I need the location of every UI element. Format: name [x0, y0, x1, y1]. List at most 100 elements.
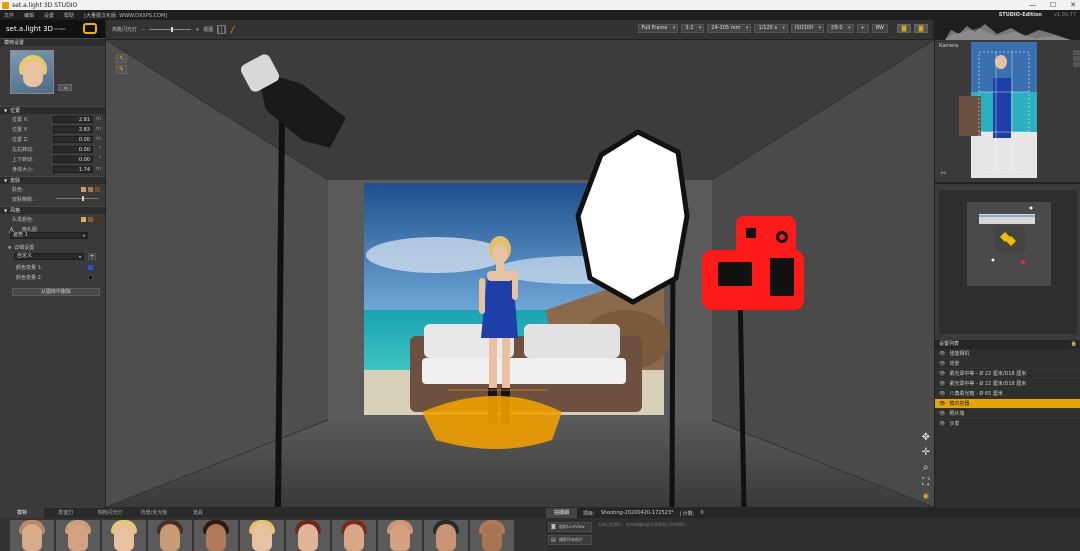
camera-thumb[interactable]	[1073, 62, 1080, 67]
aperture-select[interactable]: f/9.0	[827, 24, 854, 33]
menu-file[interactable]: 文件	[4, 12, 14, 19]
all-photos-button[interactable]: ▤ 摄影所有照片	[548, 535, 592, 545]
menu-settings[interactable]: 设置	[44, 12, 54, 19]
eye-icon[interactable]: 👁	[939, 361, 945, 367]
draw-line-icon[interactable]: ╱	[230, 26, 234, 34]
library-tab[interactable]: 道具	[176, 508, 220, 518]
zoom-in-icon[interactable]: +	[195, 27, 199, 33]
zoom-out-icon[interactable]: −	[141, 27, 145, 33]
color-var2-swatch[interactable]	[88, 274, 93, 280]
scene-list-item[interactable]: 👁 八角柔光箱 - Ø 65 厘米	[935, 389, 1080, 399]
sensor-select[interactable]: Full Frame	[637, 24, 679, 33]
eye-icon[interactable]: 👁	[939, 351, 945, 357]
liveview-button[interactable]: ◙ 摄影LiveView	[548, 522, 592, 532]
model-thumbnail[interactable]	[470, 520, 514, 551]
pan-icon[interactable]: ✛	[922, 447, 930, 458]
section-detail[interactable]: ▼ 详细设置	[0, 242, 105, 252]
grid-icon[interactable]	[217, 25, 227, 34]
custom-select[interactable]: 自定义 ▾	[14, 253, 84, 260]
close-icon[interactable]: ✕	[1070, 1, 1076, 9]
zoom-icon[interactable]: ⌕	[923, 462, 929, 473]
lock-icon[interactable]: 🔒	[1071, 340, 1077, 349]
model-thumbnail[interactable]	[148, 520, 192, 551]
library-tab[interactable]: 模特	[0, 508, 44, 518]
skin-detail-knob[interactable]	[82, 196, 84, 201]
reset-view-icon[interactable]: ◉	[923, 492, 929, 500]
scene-list-item[interactable]: 👁 背景	[935, 359, 1080, 369]
model-thumbnail[interactable]	[286, 520, 330, 551]
eye-icon[interactable]: 👁	[939, 381, 945, 387]
eye-icon[interactable]: 👁	[939, 371, 945, 377]
camera-preview[interactable]	[959, 42, 1037, 178]
eye-icon[interactable]: 👁	[939, 391, 945, 397]
pen-tool-icon[interactable]: ✎	[116, 65, 127, 74]
section-position[interactable]: ▼ 位置	[0, 106, 105, 114]
skin-swatch-light[interactable]	[81, 186, 86, 192]
camera-settings-icon[interactable]: ◙	[914, 24, 928, 33]
skin-swatch-dark[interactable]	[95, 186, 100, 192]
pose-select[interactable]: 姿势 1 ▾	[10, 232, 88, 239]
hair-swatch-brown[interactable]	[88, 216, 93, 222]
orbit-icon[interactable]: ✥	[922, 432, 930, 443]
library-tab[interactable]: 影室灯	[44, 508, 88, 518]
model-thumbnail[interactable]	[240, 520, 284, 551]
model-thumbnail[interactable]	[332, 520, 376, 551]
skin-detail-slider[interactable]	[56, 198, 99, 199]
shutter-select[interactable]: 1/125 s	[754, 24, 789, 33]
scene-list-item[interactable]: 👁 柔光罩中等 - Ø 22 厘米/D18 厘米	[935, 379, 1080, 389]
hair-swatch-blonde[interactable]	[81, 216, 86, 222]
zoom-slider[interactable]	[149, 27, 192, 32]
scene-list-item[interactable]: 👁 沙发	[935, 419, 1080, 429]
color-var1-swatch[interactable]	[88, 264, 93, 270]
model-thumbnail[interactable]	[10, 520, 54, 551]
prop-value-input[interactable]: 0.00	[53, 155, 93, 163]
remove-from-library-button[interactable]: 从图库中删除	[12, 288, 100, 296]
prop-value-input[interactable]: 2.83	[53, 125, 93, 133]
model-thumbnail[interactable]	[56, 520, 100, 551]
top-view-map[interactable]	[939, 190, 1077, 334]
add-button[interactable]: +	[88, 253, 96, 260]
model-thumbnail[interactable]	[10, 50, 54, 94]
library-tab[interactable]: 背景/反光板	[132, 508, 176, 518]
bw-toggle-button[interactable]: BW	[871, 24, 888, 33]
model-thumbnail[interactable]	[194, 520, 238, 551]
hair-swatch-red[interactable]	[95, 216, 100, 222]
library-tab[interactable]: 热靴闪光灯	[88, 508, 132, 518]
eye-icon[interactable]: 👁	[939, 421, 945, 427]
scene-list-item[interactable]: 👁 模内容器	[935, 399, 1080, 409]
iso-select[interactable]: ISO100	[791, 24, 825, 33]
section-skin[interactable]: ▼ 皮肤	[0, 176, 105, 184]
maximize-icon[interactable]: ☐	[1050, 1, 1056, 9]
scene-list-item[interactable]: 👁 柔光罩中等 - Ø 22 厘米/D18 厘米	[935, 369, 1080, 379]
camera-thumb[interactable]	[1073, 56, 1080, 61]
eye-icon[interactable]: 👁	[939, 401, 945, 407]
skin-swatch-medium[interactable]	[88, 186, 93, 192]
menu-help[interactable]: 帮助	[64, 12, 74, 19]
camera-thumb[interactable]	[1073, 50, 1080, 55]
eye-icon[interactable]: 👁	[939, 411, 945, 417]
prop-value-input[interactable]: 2.81	[53, 115, 93, 123]
logo-superscript: STUDIO	[54, 27, 66, 31]
menu-edit[interactable]: 编辑	[24, 12, 34, 19]
prop-value-input[interactable]: 0.00	[53, 135, 93, 143]
prop-value-input[interactable]: 1.74	[53, 165, 93, 173]
scene-list-item[interactable]: 👁 佳能相机	[935, 349, 1080, 359]
ratio-select[interactable]: 3:2	[681, 24, 705, 33]
minimize-icon[interactable]: —	[1029, 1, 1036, 9]
scene-list-item[interactable]: 👁 照片墙	[935, 409, 1080, 419]
camera-capture-icon[interactable]: ◙	[897, 24, 911, 33]
fit-view-icon[interactable]: ⛶	[922, 477, 929, 488]
section-style[interactable]: ▼ 风格	[0, 206, 105, 214]
model-prev-button[interactable]: ◄	[58, 84, 72, 91]
session-tab[interactable]: 拍摄期	[546, 508, 578, 518]
select-tool-icon[interactable]: ↖	[116, 54, 127, 63]
section-model[interactable]: 模特设置	[0, 38, 105, 46]
model-thumbnail[interactable]	[102, 520, 146, 551]
model-thumbnail[interactable]	[378, 520, 422, 551]
lens-select[interactable]: 24-105 mm	[707, 24, 752, 33]
prop-value-input[interactable]: 0.00	[53, 145, 93, 153]
exposure-plus-button[interactable]: +	[856, 24, 869, 33]
link-icon[interactable]: ⚯	[941, 170, 946, 177]
studio-viewport[interactable]: ↖ ✎ ✥ ✛ ⌕ ⛶ ◉	[106, 40, 934, 507]
model-thumbnail[interactable]	[424, 520, 468, 551]
